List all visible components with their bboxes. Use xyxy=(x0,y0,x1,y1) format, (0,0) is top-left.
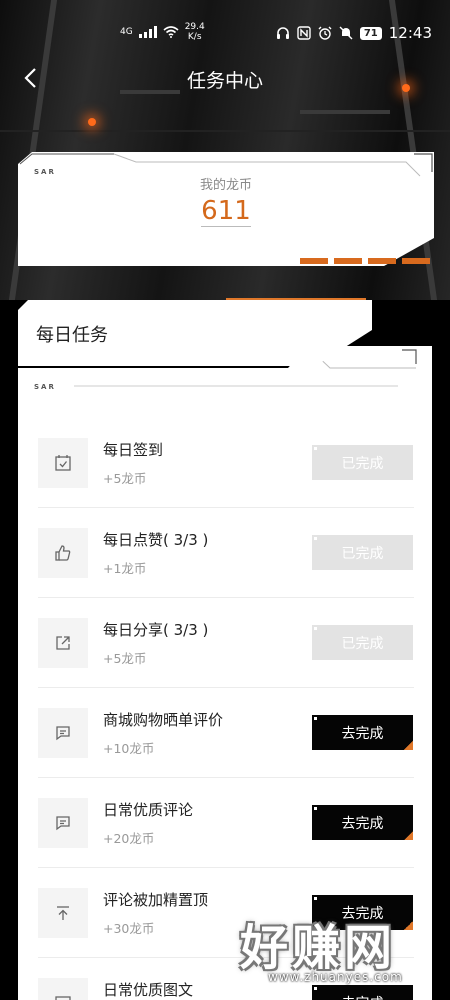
wifi-icon xyxy=(163,26,179,38)
task-reward: +5龙币 xyxy=(103,471,147,486)
task-reward: +30龙币 xyxy=(103,921,155,936)
share-icon xyxy=(56,636,70,650)
task-icon-box xyxy=(38,618,88,668)
status-bar: 4G 29.4 K/s 71 12:43 xyxy=(0,0,450,66)
task-go-complete-button[interactable]: 去完成 xyxy=(312,895,413,930)
task-name: 商城购物晒单评价 xyxy=(103,711,224,729)
network-speed: 29.4 K/s xyxy=(184,22,205,42)
network-type: 4G xyxy=(120,26,133,37)
comment-icon xyxy=(56,726,70,741)
task-row: 日常优质评论 +20龙币 去完成 xyxy=(38,778,414,868)
task-row: 评论被加精置顶 +30龙币 去完成 xyxy=(38,868,414,958)
task-row: 每日签到 +5龙币 已完成 xyxy=(38,418,414,508)
task-reward: +1龙币 xyxy=(103,561,147,576)
sar-logo: SAR xyxy=(34,383,56,391)
coin-label: 我的龙币 xyxy=(199,178,252,193)
status-time: 12:43 xyxy=(388,24,432,42)
task-icon-box xyxy=(38,708,88,758)
mute-bell-icon xyxy=(339,26,353,40)
task-row: 每日分享( 3/3 ) +5龙币 已完成 xyxy=(38,598,414,688)
task-row: 每日点赞( 3/3 ) +1龙币 已完成 xyxy=(38,508,414,598)
coin-underline xyxy=(201,226,251,227)
daily-tasks-title: 每日任务 xyxy=(36,325,108,346)
daily-tasks-header: 每日任务 xyxy=(18,300,372,366)
coin-balance-value: 611 xyxy=(201,196,251,226)
task-row: 日常优质图文 去完成 xyxy=(38,958,414,1000)
task-name: 每日分享( 3/3 ) xyxy=(103,621,209,639)
task-completed-button[interactable]: 已完成 xyxy=(312,625,413,660)
task-go-complete-button[interactable]: 去完成 xyxy=(312,805,413,840)
task-completed-button[interactable]: 已完成 xyxy=(312,445,413,480)
alarm-icon xyxy=(318,26,332,40)
task-name: 日常优质图文 xyxy=(103,981,194,999)
task-completed-button[interactable]: 已完成 xyxy=(312,535,413,570)
task-go-complete-button[interactable]: 去完成 xyxy=(312,985,413,1000)
comment-icon xyxy=(56,816,70,831)
nav-bar: 任务中心 xyxy=(0,58,450,98)
pin-top-icon xyxy=(57,906,69,920)
task-row: 商城购物晒单评价 +10龙币 去完成 xyxy=(38,688,414,778)
battery-indicator: 71 xyxy=(359,26,382,40)
calendar-check-icon xyxy=(55,455,71,471)
signal-icon xyxy=(138,26,157,38)
task-icon-box xyxy=(38,438,88,488)
task-reward: +5龙币 xyxy=(103,651,147,666)
task-go-complete-button[interactable]: 去完成 xyxy=(312,715,413,750)
task-name: 每日签到 xyxy=(103,441,164,459)
task-name: 评论被加精置顶 xyxy=(103,891,209,909)
task-icon-box xyxy=(38,798,88,848)
task-name: 每日点赞( 3/3 ) xyxy=(103,531,209,549)
nfc-icon xyxy=(297,26,311,40)
task-icon-box xyxy=(38,528,88,578)
image-icon xyxy=(55,996,71,1000)
task-name: 日常优质评论 xyxy=(103,801,194,819)
task-icon-box xyxy=(38,978,88,1000)
card-accent-stripe xyxy=(300,258,430,264)
thumbs-up-icon xyxy=(55,545,71,561)
task-reward: +10龙币 xyxy=(103,741,155,756)
task-reward: +20龙币 xyxy=(103,831,155,846)
coin-balance-card: SAR 我的龙币 611 xyxy=(18,152,434,266)
page-title: 任务中心 xyxy=(186,70,263,92)
task-icon-box xyxy=(38,888,88,938)
headphones-icon xyxy=(276,27,289,39)
task-list-panel: SAR 每日签到 +5龙币 已完成 每日点赞( 3/3 ) +1龙币 已完成 每… xyxy=(18,346,432,1000)
